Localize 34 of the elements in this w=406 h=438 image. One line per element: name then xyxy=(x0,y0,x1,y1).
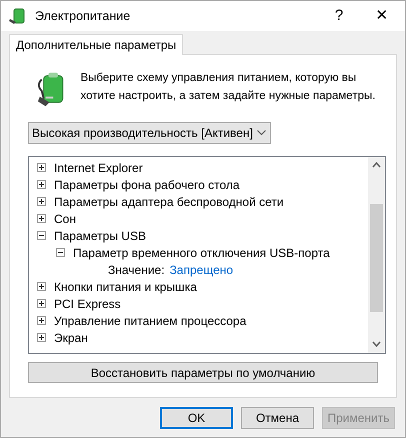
setting-label: Значение: xyxy=(108,262,165,278)
collapse-toggle[interactable] xyxy=(37,231,46,240)
tree-item[interactable]: Параметры фона рабочего стола xyxy=(54,176,240,194)
expand-toggle[interactable] xyxy=(37,180,46,189)
expand-toggle[interactable] xyxy=(37,214,46,223)
expand-toggle[interactable] xyxy=(37,197,46,206)
tree-item[interactable]: PCI Express xyxy=(54,294,121,312)
expand-toggle[interactable] xyxy=(37,282,46,291)
scroll-thumb[interactable] xyxy=(370,204,383,312)
tree-item[interactable]: Internet Explorer xyxy=(54,158,143,176)
dialog-button[interactable]: Отмена xyxy=(241,407,314,429)
dialog-button[interactable]: OK xyxy=(160,407,233,429)
plan-dropdown[interactable]: Высокая производительность [Активен] xyxy=(28,122,271,144)
scrollbar[interactable] xyxy=(368,157,385,353)
setting-value-link[interactable]: Запрещено xyxy=(170,260,234,278)
help-button[interactable]: ? xyxy=(319,1,359,31)
window-title: Электропитание xyxy=(35,8,130,25)
tree-item[interactable]: Сон xyxy=(54,210,76,228)
restore-defaults-button[interactable]: Восстановить параметры по умолчанию xyxy=(28,362,378,383)
expand-toggle[interactable] xyxy=(37,333,46,342)
tree-item[interactable]: Управление питанием процессора xyxy=(54,312,246,330)
tree-item[interactable]: Параметры адаптера беспроводной сети xyxy=(54,192,284,210)
tree-item[interactable]: Параметр временного отключения USB-порта xyxy=(73,244,330,262)
intro-text: Выберите схему управления питанием, которую вы хотите настроить, а затем задайте нужные параметры. xyxy=(80,71,376,104)
tab[interactable]: Дополнительные параметры xyxy=(9,34,184,55)
close-button[interactable]: ✕ xyxy=(359,1,405,31)
expand-toggle[interactable] xyxy=(37,316,46,325)
tree-item[interactable]: Параметры USB xyxy=(54,226,146,244)
tree-item[interactable]: Кнопки питания и крышка xyxy=(54,278,197,296)
chevron-down-icon xyxy=(256,130,266,136)
tree-item[interactable]: Экран xyxy=(54,328,88,346)
expand-toggle[interactable] xyxy=(37,163,46,172)
expand-toggle[interactable] xyxy=(37,299,46,308)
collapse-toggle[interactable] xyxy=(56,248,65,257)
